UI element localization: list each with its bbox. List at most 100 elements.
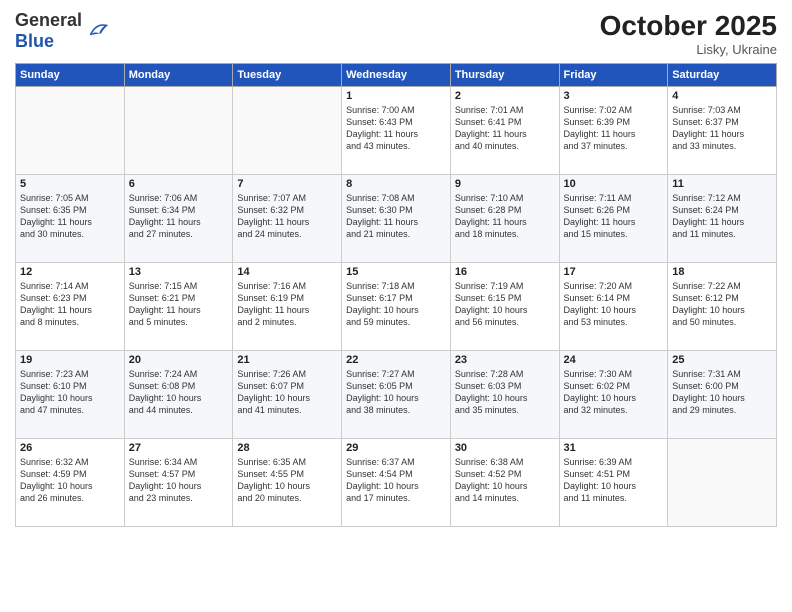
weekday-header-wednesday: Wednesday [342, 64, 451, 87]
day-number: 5 [20, 178, 120, 190]
calendar-cell: 25 Sunrise: 7:31 AM Sunset: 6:00 PM Dayli… [668, 351, 777, 439]
day-number: 24 [564, 354, 664, 366]
page-header: General Blue October 2025 Lisky, Ukraine [15, 10, 777, 57]
month-title: October 2025 [600, 10, 777, 42]
calendar-cell: 3 Sunrise: 7:02 AM Sunset: 6:39 PM Daylig… [559, 87, 668, 175]
calendar-cell: 23 Sunrise: 7:28 AM Sunset: 6:03 PM Dayli… [450, 351, 559, 439]
calendar-cell: 7 Sunrise: 7:07 AM Sunset: 6:32 PM Daylig… [233, 175, 342, 263]
calendar-cell: 11 Sunrise: 7:12 AM Sunset: 6:24 PM Dayli… [668, 175, 777, 263]
calendar-cell: 26 Sunrise: 6:32 AM Sunset: 4:59 PM Dayli… [16, 439, 125, 527]
weekday-header-thursday: Thursday [450, 64, 559, 87]
calendar-cell: 2Sunrise: 7:01 AM Sunset: 6:41 PM Daylig… [450, 87, 559, 175]
day-info: Sunrise: 7:06 AM Sunset: 6:34 PM Dayligh… [129, 192, 229, 241]
logo-general-text: General [15, 10, 82, 30]
day-number: 14 [237, 266, 337, 278]
calendar-week-3: 19Sunrise: 7:23 AM Sunset: 6:10 PM Dayli… [16, 351, 777, 439]
day-number: 22 [346, 354, 446, 366]
calendar-cell: 6Sunrise: 7:06 AM Sunset: 6:34 PM Daylig… [124, 175, 233, 263]
day-info: Sunrise: 7:15 AM Sunset: 6:21 PM Dayligh… [129, 280, 229, 329]
calendar-cell: 4 Sunrise: 7:03 AM Sunset: 6:37 PM Daylig… [668, 87, 777, 175]
day-number: 3 [564, 90, 664, 102]
day-info: Sunrise: 6:32 AM Sunset: 4:59 PM Dayligh… [20, 456, 120, 505]
day-number: 17 [564, 266, 664, 278]
day-info: Sunrise: 7:05 AM Sunset: 6:35 PM Dayligh… [20, 192, 120, 241]
calendar-cell: 15 Sunrise: 7:18 AM Sunset: 6:17 PM Dayli… [342, 263, 451, 351]
day-number: 26 [20, 442, 120, 454]
calendar-cell: 19Sunrise: 7:23 AM Sunset: 6:10 PM Dayli… [16, 351, 125, 439]
day-info: Sunrise: 7:30 AM Sunset: 6:02 PM Dayligh… [564, 368, 664, 417]
day-info: Sunrise: 7:22 AM Sunset: 6:12 PM Dayligh… [672, 280, 772, 329]
day-info: Sunrise: 7:19 AM Sunset: 6:15 PM Dayligh… [455, 280, 555, 329]
calendar-cell: 13Sunrise: 7:15 AM Sunset: 6:21 PM Dayli… [124, 263, 233, 351]
weekday-header-sunday: Sunday [16, 64, 125, 87]
day-info: Sunrise: 7:01 AM Sunset: 6:41 PM Dayligh… [455, 104, 555, 153]
day-info: Sunrise: 7:07 AM Sunset: 6:32 PM Dayligh… [237, 192, 337, 241]
day-number: 4 [672, 90, 772, 102]
day-number: 20 [129, 354, 229, 366]
weekday-header-friday: Friday [559, 64, 668, 87]
day-info: Sunrise: 7:24 AM Sunset: 6:08 PM Dayligh… [129, 368, 229, 417]
calendar-cell: 5 Sunrise: 7:05 AM Sunset: 6:35 PM Daylig… [16, 175, 125, 263]
calendar-cell: 24 Sunrise: 7:30 AM Sunset: 6:02 PM Dayli… [559, 351, 668, 439]
day-number: 21 [237, 354, 337, 366]
calendar-cell: 10Sunrise: 7:11 AM Sunset: 6:26 PM Dayli… [559, 175, 668, 263]
day-number: 23 [455, 354, 555, 366]
calendar-table: SundayMondayTuesdayWednesdayThursdayFrid… [15, 63, 777, 527]
calendar-cell: 8 Sunrise: 7:08 AM Sunset: 6:30 PM Daylig… [342, 175, 451, 263]
day-info: Sunrise: 7:03 AM Sunset: 6:37 PM Dayligh… [672, 104, 772, 153]
calendar-cell: 31Sunrise: 6:39 AM Sunset: 4:51 PM Dayli… [559, 439, 668, 527]
calendar-cell [124, 87, 233, 175]
location-text: Lisky, Ukraine [600, 42, 777, 57]
calendar-cell: 27 Sunrise: 6:34 AM Sunset: 4:57 PM Dayli… [124, 439, 233, 527]
weekday-header-row: SundayMondayTuesdayWednesdayThursdayFrid… [16, 64, 777, 87]
logo-bird-icon [84, 19, 108, 43]
day-number: 7 [237, 178, 337, 190]
calendar-week-0: 1Sunrise: 7:00 AM Sunset: 6:43 PM Daylig… [16, 87, 777, 175]
day-info: Sunrise: 7:27 AM Sunset: 6:05 PM Dayligh… [346, 368, 446, 417]
day-number: 12 [20, 266, 120, 278]
day-number: 18 [672, 266, 772, 278]
calendar-cell [16, 87, 125, 175]
day-info: Sunrise: 7:02 AM Sunset: 6:39 PM Dayligh… [564, 104, 664, 153]
logo-blue-text: Blue [15, 31, 54, 51]
calendar-cell: 14 Sunrise: 7:16 AM Sunset: 6:19 PM Dayli… [233, 263, 342, 351]
day-number: 10 [564, 178, 664, 190]
calendar-cell: 22 Sunrise: 7:27 AM Sunset: 6:05 PM Dayli… [342, 351, 451, 439]
day-number: 31 [564, 442, 664, 454]
calendar-cell: 9Sunrise: 7:10 AM Sunset: 6:28 PM Daylig… [450, 175, 559, 263]
day-number: 8 [346, 178, 446, 190]
day-info: Sunrise: 7:28 AM Sunset: 6:03 PM Dayligh… [455, 368, 555, 417]
day-number: 15 [346, 266, 446, 278]
day-number: 11 [672, 178, 772, 190]
calendar-week-2: 12 Sunrise: 7:14 AM Sunset: 6:23 PM Dayli… [16, 263, 777, 351]
day-info: Sunrise: 7:14 AM Sunset: 6:23 PM Dayligh… [20, 280, 120, 329]
day-info: Sunrise: 6:34 AM Sunset: 4:57 PM Dayligh… [129, 456, 229, 505]
day-info: Sunrise: 7:08 AM Sunset: 6:30 PM Dayligh… [346, 192, 446, 241]
weekday-header-monday: Monday [124, 64, 233, 87]
calendar-cell: 17 Sunrise: 7:20 AM Sunset: 6:14 PM Dayli… [559, 263, 668, 351]
calendar-cell [233, 87, 342, 175]
calendar-cell: 21 Sunrise: 7:26 AM Sunset: 6:07 PM Dayli… [233, 351, 342, 439]
calendar-week-1: 5 Sunrise: 7:05 AM Sunset: 6:35 PM Daylig… [16, 175, 777, 263]
logo: General Blue [15, 10, 108, 52]
day-number: 25 [672, 354, 772, 366]
day-info: Sunrise: 6:35 AM Sunset: 4:55 PM Dayligh… [237, 456, 337, 505]
calendar-week-4: 26 Sunrise: 6:32 AM Sunset: 4:59 PM Dayli… [16, 439, 777, 527]
day-info: Sunrise: 7:12 AM Sunset: 6:24 PM Dayligh… [672, 192, 772, 241]
day-info: Sunrise: 7:23 AM Sunset: 6:10 PM Dayligh… [20, 368, 120, 417]
day-info: Sunrise: 6:37 AM Sunset: 4:54 PM Dayligh… [346, 456, 446, 505]
day-info: Sunrise: 7:16 AM Sunset: 6:19 PM Dayligh… [237, 280, 337, 329]
day-number: 27 [129, 442, 229, 454]
day-number: 16 [455, 266, 555, 278]
weekday-header-tuesday: Tuesday [233, 64, 342, 87]
day-info: Sunrise: 7:18 AM Sunset: 6:17 PM Dayligh… [346, 280, 446, 329]
day-number: 9 [455, 178, 555, 190]
day-info: Sunrise: 7:31 AM Sunset: 6:00 PM Dayligh… [672, 368, 772, 417]
calendar-cell: 1Sunrise: 7:00 AM Sunset: 6:43 PM Daylig… [342, 87, 451, 175]
calendar-cell: 28Sunrise: 6:35 AM Sunset: 4:55 PM Dayli… [233, 439, 342, 527]
calendar-cell: 30Sunrise: 6:38 AM Sunset: 4:52 PM Dayli… [450, 439, 559, 527]
day-info: Sunrise: 7:26 AM Sunset: 6:07 PM Dayligh… [237, 368, 337, 417]
calendar-cell: 20 Sunrise: 7:24 AM Sunset: 6:08 PM Dayli… [124, 351, 233, 439]
day-info: Sunrise: 7:20 AM Sunset: 6:14 PM Dayligh… [564, 280, 664, 329]
calendar-cell: 16 Sunrise: 7:19 AM Sunset: 6:15 PM Dayli… [450, 263, 559, 351]
